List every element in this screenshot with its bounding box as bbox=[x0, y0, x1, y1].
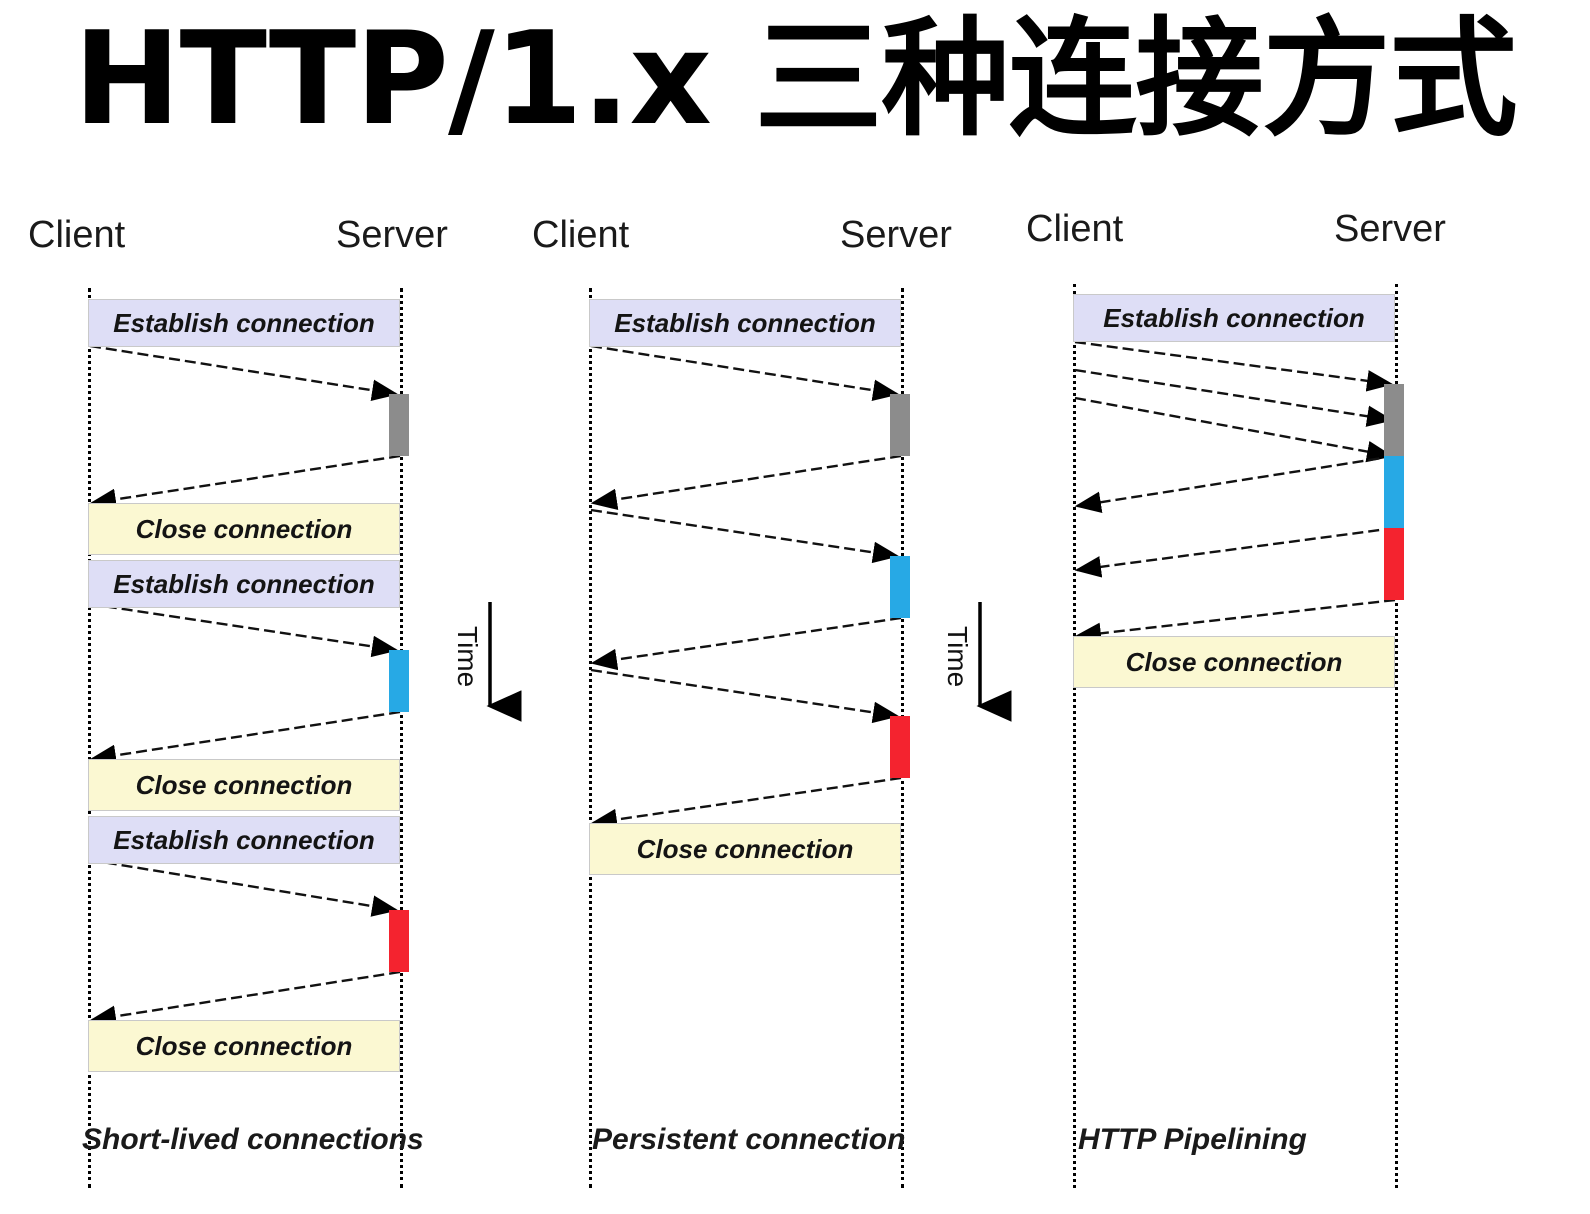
activation-bar-gray bbox=[890, 394, 910, 456]
sequence-diagram: Client Server Establish connection Close… bbox=[0, 198, 1590, 1214]
message-box-establish: Establish connection bbox=[88, 560, 400, 608]
message-box-close: Close connection bbox=[88, 503, 400, 555]
panel-caption: HTTP Pipelining bbox=[1078, 1123, 1307, 1156]
activation-bar-red bbox=[1384, 528, 1404, 600]
panel-caption: Persistent connection bbox=[592, 1123, 906, 1156]
activation-bar-blue bbox=[1384, 456, 1404, 528]
message-box-establish: Establish connection bbox=[88, 299, 400, 347]
activation-bar-gray bbox=[1384, 384, 1404, 456]
panel-short-lived: Client Server Establish connection Close… bbox=[0, 198, 448, 1214]
time-axis: Time bbox=[452, 598, 525, 728]
time-axis-label: Time bbox=[942, 626, 973, 688]
activation-bar-red bbox=[389, 910, 409, 972]
panel-caption: Short-lived connections bbox=[82, 1123, 424, 1156]
activation-bar-red bbox=[890, 716, 910, 778]
message-box-establish: Establish connection bbox=[589, 299, 901, 347]
panel-persistent: Client Server Establish connection Close… bbox=[520, 198, 952, 1214]
time-axis-label: Time bbox=[452, 626, 483, 688]
message-box-close: Close connection bbox=[589, 823, 901, 875]
time-axis: Time bbox=[942, 598, 1015, 728]
activation-bar-blue bbox=[890, 556, 910, 618]
message-arrows bbox=[590, 344, 902, 831]
activation-bar-blue bbox=[389, 650, 409, 712]
message-box-close: Close connection bbox=[88, 759, 400, 811]
activation-bar-gray bbox=[389, 394, 409, 456]
message-box-establish: Establish connection bbox=[1073, 294, 1395, 342]
panel-pipelining: Client Server Establish connection Close… bbox=[1020, 198, 1450, 1214]
page-title: HTTP/1.x 三种连接方式 bbox=[73, 5, 1517, 154]
message-box-close: Close connection bbox=[1073, 636, 1395, 688]
message-arrows bbox=[1074, 340, 1396, 645]
message-box-establish: Establish connection bbox=[88, 816, 400, 864]
message-box-close: Close connection bbox=[88, 1020, 400, 1072]
